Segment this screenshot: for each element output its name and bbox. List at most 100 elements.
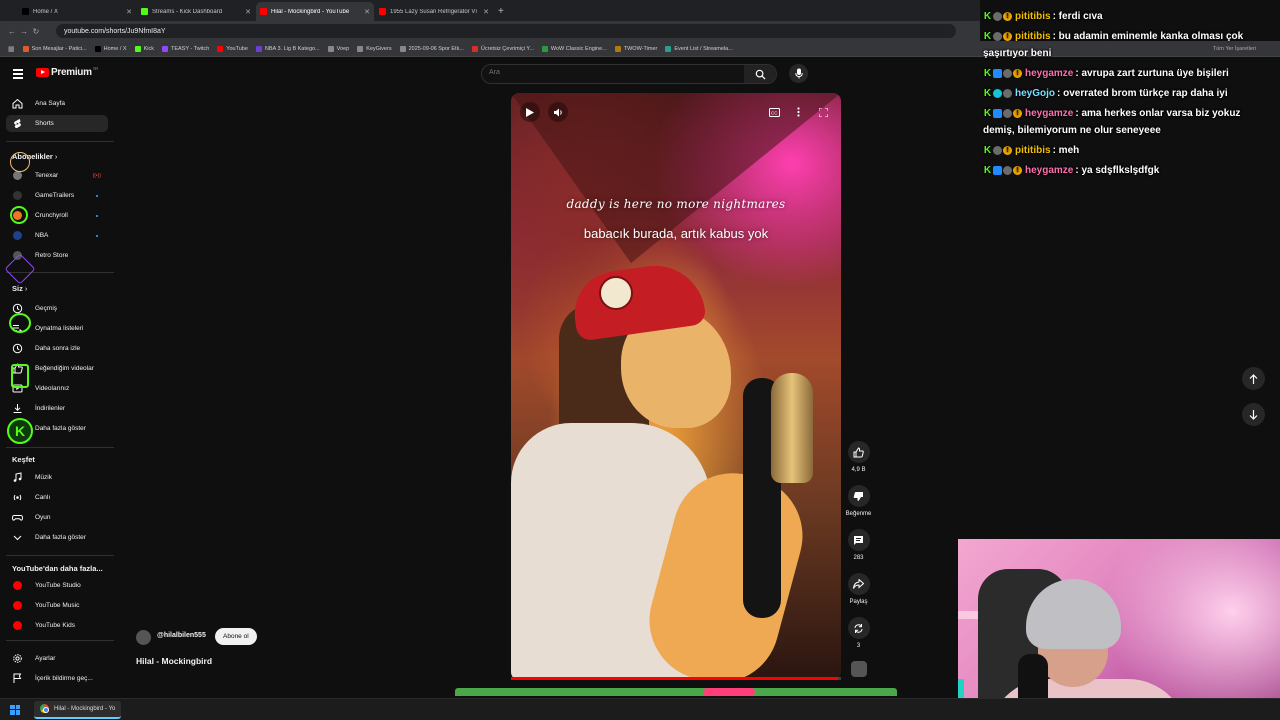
url-field[interactable]: youtube.com/shorts/Ju9NfmI8aY [56, 24, 956, 38]
sidebar-item-icon-slot [12, 512, 23, 523]
sidebar-item[interactable]: YouTube Kids [6, 617, 108, 634]
bookmark-item[interactable]: TWOW-Timer [614, 45, 657, 52]
search-button[interactable] [744, 65, 776, 83]
sidebar-item[interactable]: Shorts [6, 115, 108, 132]
bookmark-item[interactable]: Home / X [94, 45, 127, 52]
apps-icon[interactable]: ▦ [8, 45, 15, 53]
bookmark-item[interactable]: Son Mesajlar - Patici... [22, 45, 87, 52]
chat-text: avrupa zart zurtuna üye bişileri [1081, 68, 1229, 79]
chat-username[interactable]: heygamze [1025, 68, 1073, 79]
bookmark-icon [22, 45, 29, 52]
bookmark-label: Event List / Streamela... [674, 45, 733, 52]
overlay-ring [10, 152, 30, 172]
search-input[interactable] [489, 69, 739, 76]
play-button[interactable] [520, 102, 540, 122]
chat-username[interactable]: pititibis [1015, 145, 1051, 156]
voice-search-button[interactable] [789, 64, 808, 83]
captions-button[interactable]: CC [764, 102, 784, 122]
gray-badge-icon [993, 11, 1002, 21]
tab-title: Home / X [33, 8, 59, 15]
back-icon[interactable]: ← [6, 27, 18, 36]
windows-start-icon[interactable] [10, 704, 20, 715]
sidebar-section-title: Keşfet [12, 455, 35, 464]
sidebar-item[interactable]: Daha fazla göster [6, 529, 108, 546]
bookmark-item[interactable]: 2025-09-06 Spor Etk... [399, 45, 464, 52]
chat-username[interactable]: pititibis [1015, 11, 1051, 22]
share-button[interactable] [847, 573, 870, 595]
menu-icon[interactable] [13, 69, 23, 81]
bookmark-item[interactable]: KeyGivers [357, 45, 392, 52]
bookmark-item[interactable]: Ücretsiz Çevrimiçi Y... [471, 45, 534, 52]
youtube-logo[interactable]: Premium TR [36, 66, 98, 78]
tab-close-icon[interactable]: ✕ [364, 8, 370, 16]
tab-close-icon[interactable]: ✕ [245, 8, 251, 16]
chat-username[interactable]: heygamze [1025, 165, 1073, 176]
bookmark-item[interactable]: WoW Classic Engine... [541, 45, 607, 52]
bookmark-item[interactable]: NBA 3. Lig B Katego... [255, 45, 320, 52]
chat-badges: K! [983, 31, 1013, 41]
sidebar-item[interactable]: İndirilenler [6, 400, 108, 417]
sidebar-section-header[interactable]: Siz › [12, 284, 27, 293]
sidebar-section-header[interactable]: Keşfet [12, 455, 35, 464]
sidebar-item-icon-slot [12, 620, 23, 631]
chat-badges: K! [983, 108, 1023, 118]
tab-close-icon[interactable]: ✕ [483, 8, 489, 16]
gold-badge-icon: ! [1003, 145, 1012, 155]
sidebar-item[interactable]: YouTube Music [6, 597, 108, 614]
flag-icon [13, 673, 22, 683]
sidebar-item[interactable]: Oyun [6, 509, 108, 526]
dislike-button[interactable] [847, 485, 870, 507]
fullscreen-button[interactable] [813, 102, 833, 122]
thumbs-up-icon [853, 446, 864, 457]
sidebar-item[interactable]: İçerik bildirme geç... [6, 670, 108, 687]
more-options-button[interactable] [788, 102, 808, 122]
like-button[interactable] [847, 441, 870, 463]
browser-tab[interactable]: Home / X ✕ [18, 2, 136, 21]
video-progress-bar[interactable] [511, 677, 841, 680]
bookmark-item[interactable]: Kick [134, 45, 154, 52]
music-icon [13, 472, 22, 482]
channel-avatar[interactable] [136, 630, 151, 645]
sidebar-section-header[interactable]: YouTube'dan daha fazla... [12, 564, 103, 573]
bookmark-item[interactable]: YouTube [217, 45, 248, 52]
next-short-button[interactable] [1242, 403, 1265, 426]
comments-button[interactable] [847, 529, 870, 551]
chat-username[interactable]: heyGojo [1015, 88, 1055, 99]
svg-text:CC: CC [771, 110, 778, 115]
bookmark-item[interactable]: Voep [327, 45, 349, 52]
sidebar-item[interactable]: YouTube Studio [6, 577, 108, 594]
sidebar-item[interactable]: Ayarlar [6, 650, 108, 667]
chat-username[interactable]: heygamze [1025, 108, 1073, 119]
reload-icon[interactable]: ↻ [30, 27, 42, 36]
tab-close-icon[interactable]: ✕ [126, 8, 132, 16]
channel-avatar [13, 191, 22, 200]
tab-title: Hilal - Mockingbird - YouTube [271, 8, 350, 15]
chat-badges: K! [983, 11, 1013, 21]
sound-thumbnail[interactable] [850, 661, 867, 677]
sidebar-item[interactable]: Müzik [6, 469, 108, 486]
volume-button[interactable] [548, 102, 568, 122]
video-title[interactable]: Hilal - Mockingbird [136, 656, 212, 666]
sidebar-item[interactable]: Canlı [6, 489, 108, 506]
sidebar-item[interactable]: Daha sonra izle [6, 340, 108, 357]
short-video-player[interactable]: daddy is here no more nightmares babacık… [511, 93, 841, 680]
chat-username[interactable]: pititibis [1015, 31, 1051, 42]
sidebar-item[interactable]: GameTrailers [6, 187, 108, 204]
browser-tab[interactable]: Hilal - Mockingbird - YouTube ✕ [256, 2, 374, 21]
channel-name[interactable]: @hilalbilen555 [157, 632, 206, 639]
kick-overlay-icon: K [7, 418, 33, 444]
taskbar-chrome-app[interactable]: Hilal - Mockingbird - Yo [34, 700, 122, 719]
forward-icon[interactable]: → [18, 27, 30, 36]
subscribe-button[interactable]: Abone ol [215, 628, 257, 645]
remix-button[interactable] [847, 617, 870, 639]
sidebar-item[interactable]: NBA [6, 227, 108, 244]
new-tab-icon[interactable]: + [498, 2, 504, 21]
browser-tab[interactable]: 1955 Lazy Susan Refrigerator Ví ✕ [375, 2, 493, 21]
previous-short-button[interactable] [1242, 367, 1265, 390]
bookmark-item[interactable]: TEASY - Twitch [161, 45, 209, 52]
browser-tab[interactable]: Streams - Kick Dashboard ✕ [137, 2, 255, 21]
sidebar-item[interactable]: Ana Sayfa [6, 95, 108, 112]
new-content-dot [96, 194, 98, 197]
bookmark-label: NBA 3. Lig B Katego... [264, 45, 320, 52]
bookmark-item[interactable]: Event List / Streamela... [665, 45, 733, 52]
